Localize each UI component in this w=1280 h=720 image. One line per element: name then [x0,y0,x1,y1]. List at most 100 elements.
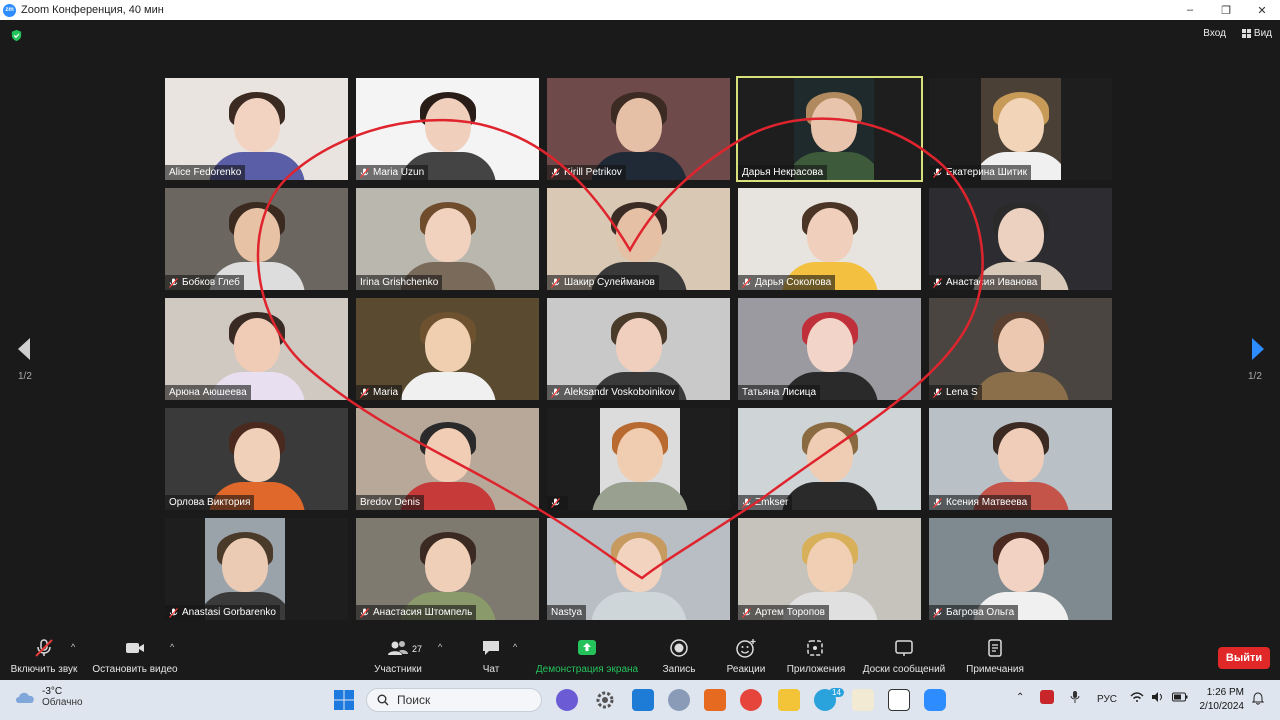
muted-mic-icon [360,387,369,398]
participant-nameplate: Zmkser [738,495,793,510]
whiteboards-button[interactable]: Доски сообщений [858,638,950,675]
next-page-arrow-icon[interactable] [1250,336,1266,362]
wifi-icon[interactable] [1130,692,1144,705]
video-tile[interactable]: Багрова Ольга [927,516,1114,622]
share-screen-button[interactable]: Демонстрация экрана [532,638,642,675]
notifications-bell-icon[interactable] [1251,692,1265,708]
weather-widget[interactable]: -3°C Облачно [14,686,83,708]
video-tile[interactable]: Kirill Petrikov [545,76,732,182]
video-feed [547,408,730,510]
muted-mic-icon [933,277,942,288]
video-tile[interactable]: Шакир Сулейманов [545,186,732,292]
windows-start-icon[interactable] [333,689,355,711]
participant-nameplate: Артем Торопов [738,605,829,620]
muted-mic-icon [360,167,369,178]
participant-nameplate: Анастасия Иванова [929,275,1042,290]
video-tile[interactable]: Zmkser [736,406,923,512]
audio-options-caret-icon[interactable]: ^ [71,642,75,652]
participant-nameplate: Maria [356,385,403,400]
participant-nameplate: Aleksandr Voskoboinikov [547,385,680,400]
participant-name: Дарья Соколова [755,277,832,288]
participant-nameplate: Maria Uzun [356,165,429,180]
calendar-app-icon[interactable] [704,689,726,711]
video-tile[interactable]: Irina Grishchenko [354,186,541,292]
participant-nameplate: Орлова Виктория [165,495,255,510]
notion-app-icon[interactable] [888,689,910,711]
minimize-button[interactable]: – [1172,0,1208,20]
tray-app-icon[interactable] [1040,690,1054,704]
battery-icon[interactable] [1172,692,1188,705]
notepad-app-icon[interactable] [852,689,874,711]
view-button[interactable]: Вид [1241,28,1272,39]
video-tile[interactable]: Артем Торопов [736,516,923,622]
participant-name: Lena S [946,387,978,398]
volume-icon[interactable] [1151,692,1165,705]
video-tile[interactable]: Анастасия Иванова [927,186,1114,292]
security-shield-icon[interactable] [10,29,23,42]
video-tile[interactable]: Maria [354,296,541,402]
video-tile[interactable]: Татьяна Лисица [736,296,923,402]
participant-name: Bredov Denis [360,497,421,508]
stop-video-button[interactable]: Остановить видео [90,638,180,675]
telegram-badge: 14 [829,688,844,697]
muted-mic-icon [169,277,178,288]
view-label: Вид [1253,28,1272,39]
chat-caret-icon[interactable]: ^ [513,642,517,652]
participant-name: Арюна Аюшеева [169,387,247,398]
chat-button[interactable]: Чат [476,638,506,675]
microphone-icon[interactable] [1070,690,1080,707]
copilot-app-icon[interactable] [556,689,578,711]
video-tile[interactable]: Екатерина Шитик [927,76,1114,182]
video-tile[interactable]: Anastasi Gorbarenko [163,516,350,622]
reactions-button[interactable]: Реакции [722,638,770,675]
input-language[interactable]: РУС [1097,694,1117,705]
cloud-icon [16,692,34,703]
video-tile[interactable]: Maria Uzun [354,76,541,182]
vscode-app-icon[interactable] [632,689,654,711]
video-options-caret-icon[interactable]: ^ [170,642,174,652]
r-app-icon[interactable] [668,689,690,711]
video-tile[interactable]: Бобков Глеб [163,186,350,292]
participants-caret-icon[interactable]: ^ [438,642,442,652]
participant-nameplate: Багрова Ольга [929,605,1019,620]
muted-microphone-icon [35,639,53,657]
video-tile[interactable]: Дарья Некрасова [736,76,923,182]
video-tile[interactable]: Alice Fedorenko [163,76,350,182]
video-tile[interactable]: Орлова Виктория [163,406,350,512]
video-tile[interactable]: Aleksandr Voskoboinikov [545,296,732,402]
show-hidden-icons-caret-icon[interactable]: ⌃ [1016,692,1024,703]
record-button[interactable]: Запись [658,638,700,675]
close-button[interactable]: ✕ [1244,0,1280,20]
leave-button[interactable]: Выйти [1218,647,1270,669]
sign-in-button[interactable]: Вход [1203,28,1226,39]
prev-page-arrow-icon[interactable] [16,336,32,362]
video-tile[interactable]: Bredov Denis [354,406,541,512]
search-icon [377,694,389,706]
settings-app-icon[interactable] [594,689,616,711]
video-tile[interactable]: Анастасия Штомпель [354,516,541,622]
file-explorer-app-icon[interactable] [778,689,800,711]
unmute-button[interactable]: Включить звук [8,638,80,675]
muted-mic-icon [551,167,560,178]
participant-nameplate: Арюна Аюшеева [165,385,251,400]
maximize-button[interactable]: ❐ [1208,0,1244,20]
video-camera-icon [126,643,144,653]
zoom-app-icon[interactable] [924,689,946,711]
taskbar-search[interactable]: Поиск [366,688,542,712]
video-tile[interactable]: Ксения Матвеева [927,406,1114,512]
muted-mic-icon [933,167,942,178]
system-clock[interactable]: 1:26 PM 2/10/2024 [1200,686,1245,714]
participant-name: Kirill Petrikov [564,167,622,178]
muted-mic-icon [551,277,560,288]
video-tile[interactable]: Дарья Соколова [736,186,923,292]
notes-button[interactable]: Примечания [962,638,1028,675]
whiteboard-icon [895,640,913,656]
apps-button[interactable]: Приложения [784,638,848,675]
video-tile[interactable] [545,406,732,512]
video-tile[interactable]: Lena S [927,296,1114,402]
chrome-app-icon[interactable] [740,689,762,711]
video-tile[interactable]: Арюна Аюшеева [163,296,350,402]
video-tile[interactable]: Nastya [545,516,732,622]
grid-view-icon [1241,29,1251,38]
participant-nameplate: Irina Grishchenko [356,275,443,290]
